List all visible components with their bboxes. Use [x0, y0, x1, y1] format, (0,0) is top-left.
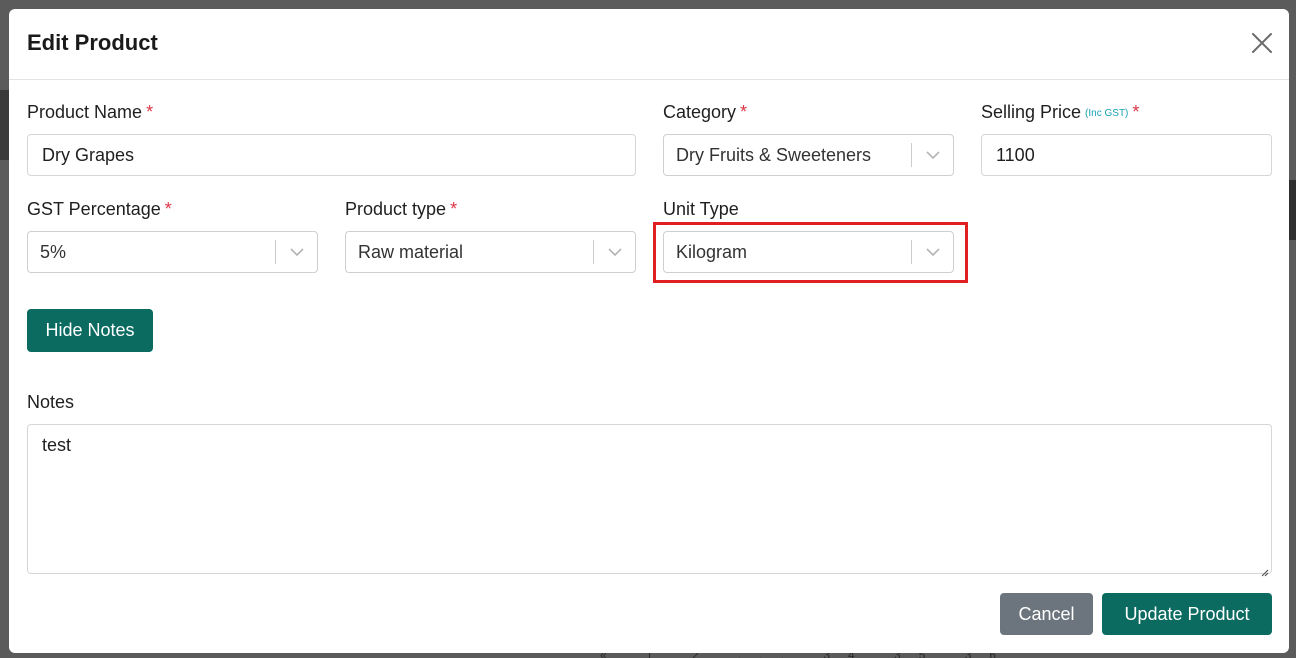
notes-label: Notes	[27, 392, 75, 412]
chevron-down-icon[interactable]	[276, 232, 317, 272]
selling-price-input[interactable]: 1100	[981, 134, 1272, 176]
close-icon[interactable]	[1251, 32, 1273, 54]
product-type-value: Raw material	[358, 241, 464, 262]
inc-gst-hint: (Inc GST)	[1085, 108, 1129, 120]
notes-value: test	[42, 435, 72, 455]
selling-price-label: Selling Price (Inc GST) *	[981, 102, 1140, 122]
hide-notes-button[interactable]: Hide Notes	[27, 309, 153, 352]
modal-title: Edit Product	[27, 30, 158, 55]
product-name-label: Product Name *	[27, 102, 154, 122]
unit-type-highlight-box	[653, 222, 968, 283]
category-label: Category *	[663, 102, 748, 122]
gst-percentage-select[interactable]: 5%	[27, 231, 318, 273]
backdrop-page-edge-right	[1289, 180, 1296, 240]
cancel-button[interactable]: Cancel	[1000, 593, 1093, 635]
notes-textarea[interactable]: test	[27, 424, 1272, 577]
update-product-button[interactable]: Update Product	[1102, 593, 1272, 635]
unit-type-label: Unit Type	[663, 199, 739, 219]
resize-handle-icon[interactable]	[1259, 561, 1269, 577]
gst-percentage-value: 5%	[40, 241, 67, 262]
chevron-down-icon[interactable]	[912, 135, 953, 175]
edit-product-modal: Edit Product Product Name * Dry Grapes Ca…	[9, 9, 1289, 653]
backdrop-page-edge	[0, 90, 9, 160]
gst-percentage-label: GST Percentage *	[27, 199, 172, 219]
product-type-select[interactable]: Raw material	[345, 231, 636, 273]
modal-header: Edit Product	[9, 9, 1289, 80]
product-type-label: Product type *	[345, 199, 458, 219]
category-value: Dry Fruits & Sweeteners	[676, 144, 872, 165]
category-select[interactable]: Dry Fruits & Sweeteners	[663, 134, 954, 176]
chevron-down-icon[interactable]	[594, 232, 635, 272]
product-name-input[interactable]: Dry Grapes	[27, 134, 636, 176]
